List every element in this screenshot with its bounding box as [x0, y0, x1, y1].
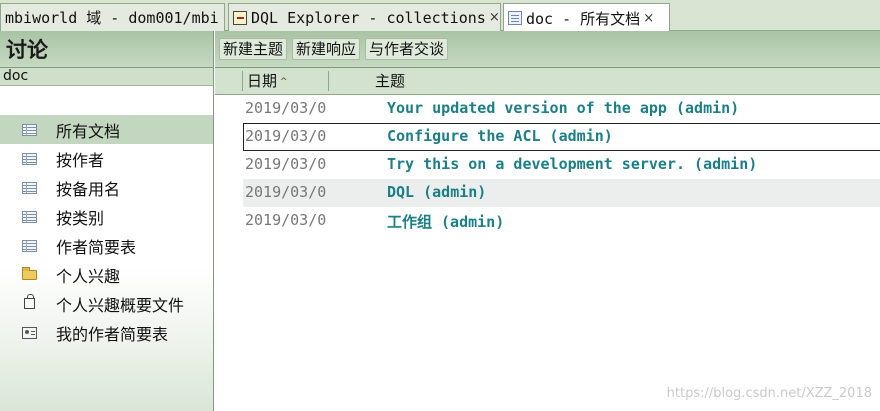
nav-item-label: 我的作者简要表: [56, 324, 169, 344]
view-icon: [22, 123, 37, 136]
view-icon: [22, 239, 37, 252]
nav-item-label: 按作者: [56, 150, 105, 170]
document-row[interactable]: 2019/03/0 DQL (admin): [243, 179, 880, 207]
column-header: 日期 ^ 主题: [215, 68, 880, 95]
view-pane: 新建主题 新建响应 与作者交谈 日期 ^ 主题 2019/03/0 Your up…: [215, 31, 880, 411]
view-icon: [22, 181, 37, 194]
nav-item-author-profiles[interactable]: 作者简要表: [0, 231, 213, 260]
tab-doc-all-documents-label: doc - 所有文档: [526, 9, 641, 28]
document-row[interactable]: 2019/03/0 Try this on a development serv…: [243, 151, 880, 179]
column-divider: [242, 71, 243, 91]
nav-item-label: 按备用名: [56, 179, 121, 199]
document-subject: Configure the ACL (admin): [387, 127, 613, 145]
nav-item-all-documents[interactable]: 所有文档: [0, 115, 213, 144]
date-column-label: 日期: [247, 72, 278, 90]
navigator-pane: 讨论 doc 所有文档 按作者 按备用名 按类别 作者简要表 个人兴趣 个人兴趣…: [0, 31, 214, 411]
tab-dql-explorer-label: DQL Explorer - collections: [251, 8, 486, 27]
document-row[interactable]: 2019/03/0 工作组 (admin): [243, 207, 880, 235]
date-column-header[interactable]: 日期 ^: [247, 68, 288, 94]
close-icon[interactable]: ×: [643, 11, 654, 26]
watermark: https://blog.csdn.net/XZZ_2018: [666, 386, 872, 401]
document-subject: Your updated version of the app (admin): [387, 99, 740, 117]
view-icon: [22, 152, 37, 165]
nav-item-by-author[interactable]: 按作者: [0, 144, 213, 173]
nav-item-by-category[interactable]: 按类别: [0, 202, 213, 231]
document-date: 2019/03/0: [245, 127, 327, 145]
dql-icon: [233, 10, 247, 25]
nav-item-label: 个人兴趣概要文件: [56, 295, 185, 315]
nav-item-interests[interactable]: 个人兴趣: [0, 260, 213, 289]
document-icon: [508, 11, 522, 25]
database-name: doc: [0, 68, 213, 86]
nav-item-label: 按类别: [56, 208, 105, 228]
document-row[interactable]: 2019/03/0 Configure the ACL (admin): [243, 123, 880, 151]
tab-bar: mbiworld 域 - dom001/mbi DQL Explorer - c…: [0, 0, 880, 32]
person-icon: [22, 326, 37, 339]
document-date: 2019/03/0: [245, 211, 327, 229]
navigator-title: 讨论: [6, 38, 48, 62]
document-date: 2019/03/0: [245, 155, 327, 173]
chat-with-author-button[interactable]: 与作者交谈: [365, 38, 449, 60]
view-icon: [22, 210, 37, 223]
column-divider: [328, 71, 329, 91]
tab-domain[interactable]: mbiworld 域 - dom001/mbi: [0, 3, 225, 31]
document-row[interactable]: 2019/03/0 Your updated version of the ap…: [243, 95, 880, 123]
nav-item-interest-profile[interactable]: 个人兴趣概要文件: [0, 289, 213, 318]
document-date: 2019/03/0: [245, 99, 327, 117]
nav-item-label: 个人兴趣: [56, 266, 121, 286]
action-bar: 新建主题 新建响应 与作者交谈: [215, 31, 880, 68]
tab-doc-all-documents[interactable]: doc - 所有文档 ×: [503, 3, 670, 32]
new-topic-button[interactable]: 新建主题: [219, 38, 288, 60]
nav-item-my-author-profile[interactable]: 我的作者简要表: [0, 318, 213, 347]
new-response-button[interactable]: 新建响应: [292, 38, 361, 60]
view-list: 所有文档 按作者 按备用名 按类别 作者简要表 个人兴趣 个人兴趣概要文件 我的…: [0, 115, 213, 347]
tab-domain-label: mbiworld 域 - dom001/mbi: [5, 9, 219, 27]
nav-item-label: 作者简要表: [56, 237, 137, 257]
document-subject: DQL (admin): [387, 183, 487, 201]
lock-icon: [24, 294, 35, 309]
close-icon[interactable]: ×: [489, 10, 500, 25]
nav-item-by-alternate-name[interactable]: 按备用名: [0, 173, 213, 202]
navigator-header: 讨论: [0, 31, 213, 68]
sort-ascending-icon: ^: [280, 77, 288, 87]
folder-icon: [22, 266, 37, 280]
document-subject: Try this on a development server. (admin…: [387, 155, 758, 173]
document-subject: 工作组 (admin): [387, 213, 505, 231]
nav-item-label: 所有文档: [56, 121, 121, 141]
tab-dql-explorer[interactable]: DQL Explorer - collections ×: [228, 3, 501, 31]
document-date: 2019/03/0: [245, 183, 327, 201]
subject-column-header[interactable]: 主题: [375, 68, 405, 94]
